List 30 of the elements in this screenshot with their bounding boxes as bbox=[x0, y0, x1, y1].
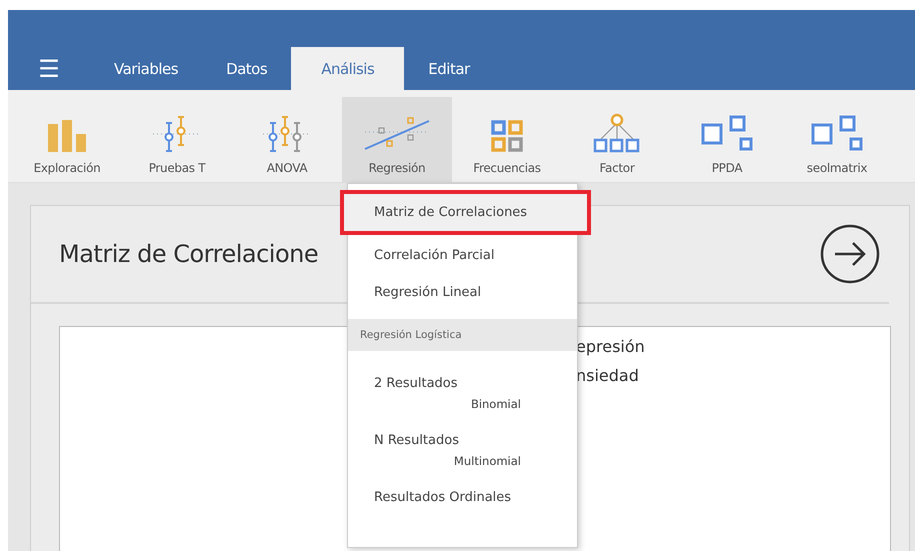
menu-item[interactable]: N Resultados Multinomial bbox=[348, 422, 577, 479]
ribbon-button[interactable]: Factor bbox=[562, 97, 672, 183]
tab[interactable]: Editar bbox=[404, 47, 494, 90]
menu-section-header: Regresión Logística bbox=[348, 319, 577, 351]
menu-item[interactable]: 2 Resultados Binomial bbox=[348, 365, 577, 422]
ribbon-button[interactable]: ANOVA bbox=[232, 97, 342, 183]
error-bars-icon bbox=[263, 115, 311, 153]
menu-item[interactable]: Resultados Ordinales bbox=[348, 479, 577, 516]
squares-icon bbox=[810, 115, 864, 153]
ribbon-button[interactable]: PPDA bbox=[672, 97, 782, 183]
arrow-right-icon[interactable] bbox=[819, 223, 881, 285]
ribbon-button[interactable]: seolmatrix bbox=[782, 97, 892, 183]
ribbon-button[interactable]: Exploración bbox=[12, 97, 122, 183]
ribbon-button[interactable]: Regresión bbox=[342, 97, 452, 183]
variable-name: epresión bbox=[576, 337, 645, 356]
variable-name: nsiedad bbox=[576, 366, 639, 385]
tab[interactable]: Variables bbox=[90, 47, 202, 90]
menu-item[interactable]: Regresión Lineal bbox=[348, 274, 577, 311]
grid-icon bbox=[490, 119, 524, 153]
menu-item[interactable]: Matriz de Correlaciones bbox=[344, 194, 587, 231]
tab[interactable]: Datos bbox=[202, 47, 292, 90]
bar-chart-icon bbox=[47, 119, 87, 153]
tab[interactable]: Análisis bbox=[291, 47, 404, 90]
hierarchy-icon bbox=[593, 113, 641, 153]
ribbon-button[interactable]: Pruebas T bbox=[122, 97, 232, 183]
ribbon-button[interactable]: Frecuencias bbox=[452, 97, 562, 183]
panel-title: Matriz de Correlacione bbox=[59, 240, 318, 268]
squares-icon bbox=[700, 115, 754, 153]
menu-item[interactable]: Correlación Parcial bbox=[348, 237, 577, 274]
error-bars-icon bbox=[153, 115, 201, 153]
